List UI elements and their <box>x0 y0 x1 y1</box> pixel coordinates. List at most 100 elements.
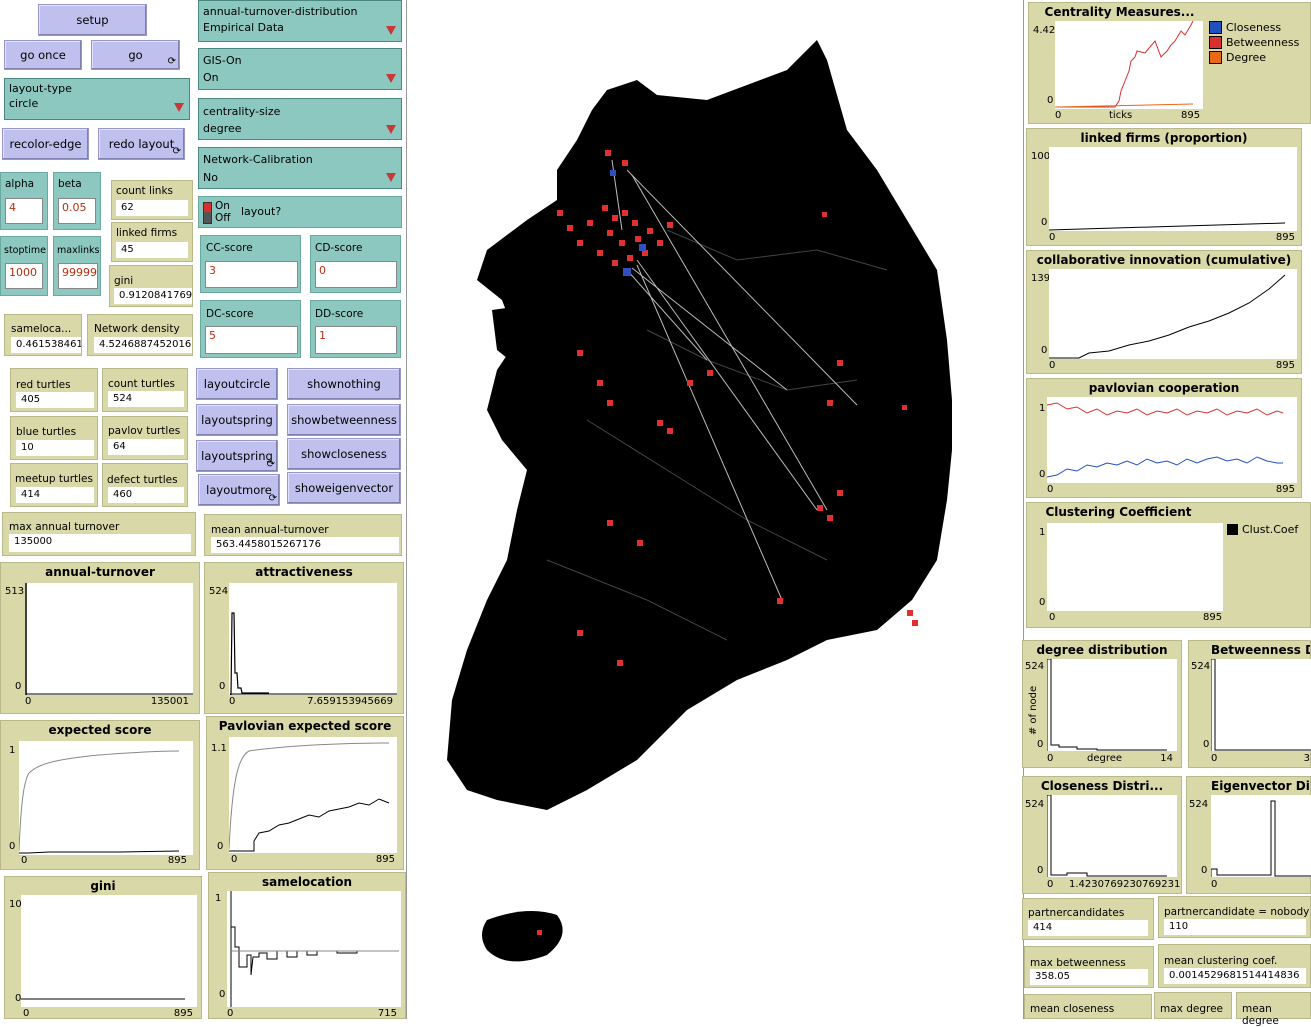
cd-score-value[interactable]: 0 <box>315 261 397 288</box>
stoptime-input[interactable]: stoptime 1000 <box>0 236 48 296</box>
plot-area <box>25 583 193 695</box>
y-max-label: 139 <box>1031 273 1051 284</box>
cd-score-input[interactable]: CD-score 0 <box>310 235 401 293</box>
dc-score-value[interactable]: 5 <box>205 326 298 354</box>
plot-lines <box>1210 658 1311 751</box>
dd-score-label: DD-score <box>315 308 364 320</box>
stoptime-value[interactable]: 1000 <box>5 263 43 289</box>
plot-area <box>1046 397 1297 483</box>
dd-score-value[interactable]: 1 <box>315 326 397 354</box>
redo-layout-button[interactable]: redo layout ⟳ <box>98 128 185 160</box>
layoutspring-button[interactable]: layoutspring <box>196 404 278 436</box>
legend-item-closeness: Closeness <box>1209 21 1309 34</box>
go-once-button[interactable]: go once <box>4 40 82 70</box>
plot-title: gini <box>90 879 116 893</box>
y-min-label: 0 <box>15 681 22 692</box>
switch-slot[interactable] <box>203 202 212 224</box>
collaborative-innovation-plot: collaborative innovation (cumulative) 13… <box>1026 250 1302 374</box>
x-max-label: 895 <box>375 854 395 865</box>
plot-title: linked firms (proportion) <box>1080 131 1248 145</box>
y-max-label: 1 <box>1039 527 1046 538</box>
linked-firms-value: 45 <box>116 242 188 258</box>
pavlov-turtles-label: pavlov turtles <box>108 425 181 437</box>
maxlinks-input[interactable]: maxlinks 99999 <box>53 236 101 296</box>
turnover-distribution-chooser[interactable]: annual-turnover-distribution Empirical D… <box>198 0 402 42</box>
plot-title: Pavlovian expected score <box>218 719 392 733</box>
plot-title: Betweenness Di <box>1211 643 1310 657</box>
max-degree-label: max degree <box>1160 1003 1224 1015</box>
max-betweenness-monitor: max betweenness 358.05 <box>1024 946 1154 988</box>
dd-score-input[interactable]: DD-score 1 <box>310 300 401 358</box>
centrality-size-value: degree <box>203 122 242 135</box>
go-button[interactable]: go ⟳ <box>91 40 180 70</box>
y-min-label: 0 <box>1041 345 1048 356</box>
mean-closeness-label: mean closeness <box>1030 1003 1115 1015</box>
mean-clustering-monitor: mean clustering coef. 0.0014529681514414… <box>1158 944 1311 988</box>
setup-button[interactable]: setup <box>38 4 147 36</box>
y-min-label: 0 <box>1201 865 1208 876</box>
x-max-label: 895 <box>1275 484 1295 495</box>
blue-turtles-value: 10 <box>16 440 94 456</box>
maxlinks-value[interactable]: 99999 <box>58 263 98 289</box>
layout-switch[interactable]: On Off layout? <box>198 196 402 228</box>
mean-annual-turnover-monitor: mean annual-turnover 563.4458015267176 <box>204 514 402 556</box>
plot-area <box>1054 20 1203 109</box>
count-links-value: 62 <box>116 200 188 216</box>
network-density-value: 4.5246887452016 <box>94 337 192 353</box>
gis-on-chooser[interactable]: GIS-On On <box>198 48 402 90</box>
plot-title: Centrality Measures... <box>1044 5 1195 19</box>
plot-lines <box>1048 222 1286 231</box>
legend-item-degree: Degree <box>1209 51 1309 64</box>
layout-type-chooser[interactable]: layout-type circle <box>4 78 190 120</box>
degree-distribution-plot: degree distribution 524 0 0 degree 14 # … <box>1022 640 1182 768</box>
pavlov-turtles-monitor: pavlov turtles 64 <box>102 416 188 460</box>
legend-swatch <box>1209 51 1222 64</box>
x-axis-label: degree <box>1087 753 1123 764</box>
y-max-label: 524 <box>1025 799 1045 810</box>
plot-lines <box>21 998 185 1000</box>
plot-lines <box>1046 658 1167 751</box>
centrality-measures-plot: Centrality Measures... 4.42 0 0 ticks 89… <box>1028 2 1311 124</box>
partnercandidate-nobody-label: partnercandidate = nobody <box>1164 906 1310 918</box>
shownothing-button[interactable]: shownothing <box>287 368 401 400</box>
x-min-label: 0 <box>25 696 32 707</box>
beta-label: beta <box>58 178 82 190</box>
layoutmore-button[interactable]: layoutmore ⟳ <box>198 474 280 506</box>
plot-area <box>18 741 193 855</box>
linked-firms-label: linked firms <box>116 227 178 239</box>
world-view[interactable] <box>406 0 1024 1019</box>
cc-score-input[interactable]: CC-score 3 <box>200 235 301 293</box>
x-min-label: 0 <box>1211 753 1218 764</box>
y-max-label: 524 <box>209 586 229 597</box>
chevron-down-icon <box>386 26 396 35</box>
plot-title: pavlovian cooperation <box>1088 381 1240 395</box>
showeigenvector-button[interactable]: showeigenvector <box>287 472 401 504</box>
y-max-label: 1 <box>215 893 222 904</box>
plot-lines <box>230 612 397 696</box>
layoutspring-forever-button[interactable]: layoutspring ⟳ <box>196 440 278 472</box>
x-max-label: 7.659153945669 <box>307 696 393 707</box>
centrality-size-chooser[interactable]: centrality-size degree <box>198 98 402 140</box>
plot-lines <box>228 742 390 852</box>
legend-swatch <box>1227 524 1238 535</box>
blue-turtles-label: blue turtles <box>16 426 77 438</box>
plot-lines <box>1046 402 1284 478</box>
beta-value[interactable]: 0.05 <box>58 198 96 224</box>
x-max-label: 895 <box>1181 110 1201 121</box>
meetup-turtles-monitor: meetup turtles 414 <box>10 463 98 507</box>
x-min-label: 0 <box>1047 753 1054 764</box>
showbetweenness-button[interactable]: showbetweenness <box>287 404 401 436</box>
alpha-input[interactable]: alpha 4 <box>0 172 48 230</box>
network-density-label: Network density <box>94 323 180 335</box>
gis-on-label: GIS-On <box>203 54 242 67</box>
dc-score-input[interactable]: DC-score 5 <box>200 300 301 358</box>
mean-annual-turnover-value: 563.4458015267176 <box>211 537 399 553</box>
showcloseness-button[interactable]: showcloseness <box>287 438 401 470</box>
network-calibration-chooser[interactable]: Network-Calibration No <box>198 147 402 189</box>
cc-score-value[interactable]: 3 <box>205 261 298 288</box>
recolor-edge-button[interactable]: recolor-edge <box>2 128 89 160</box>
alpha-value[interactable]: 4 <box>5 198 43 224</box>
beta-input[interactable]: beta 0.05 <box>53 172 101 230</box>
layoutcircle-button[interactable]: layoutcircle <box>196 368 278 400</box>
plot-area <box>1046 794 1177 877</box>
